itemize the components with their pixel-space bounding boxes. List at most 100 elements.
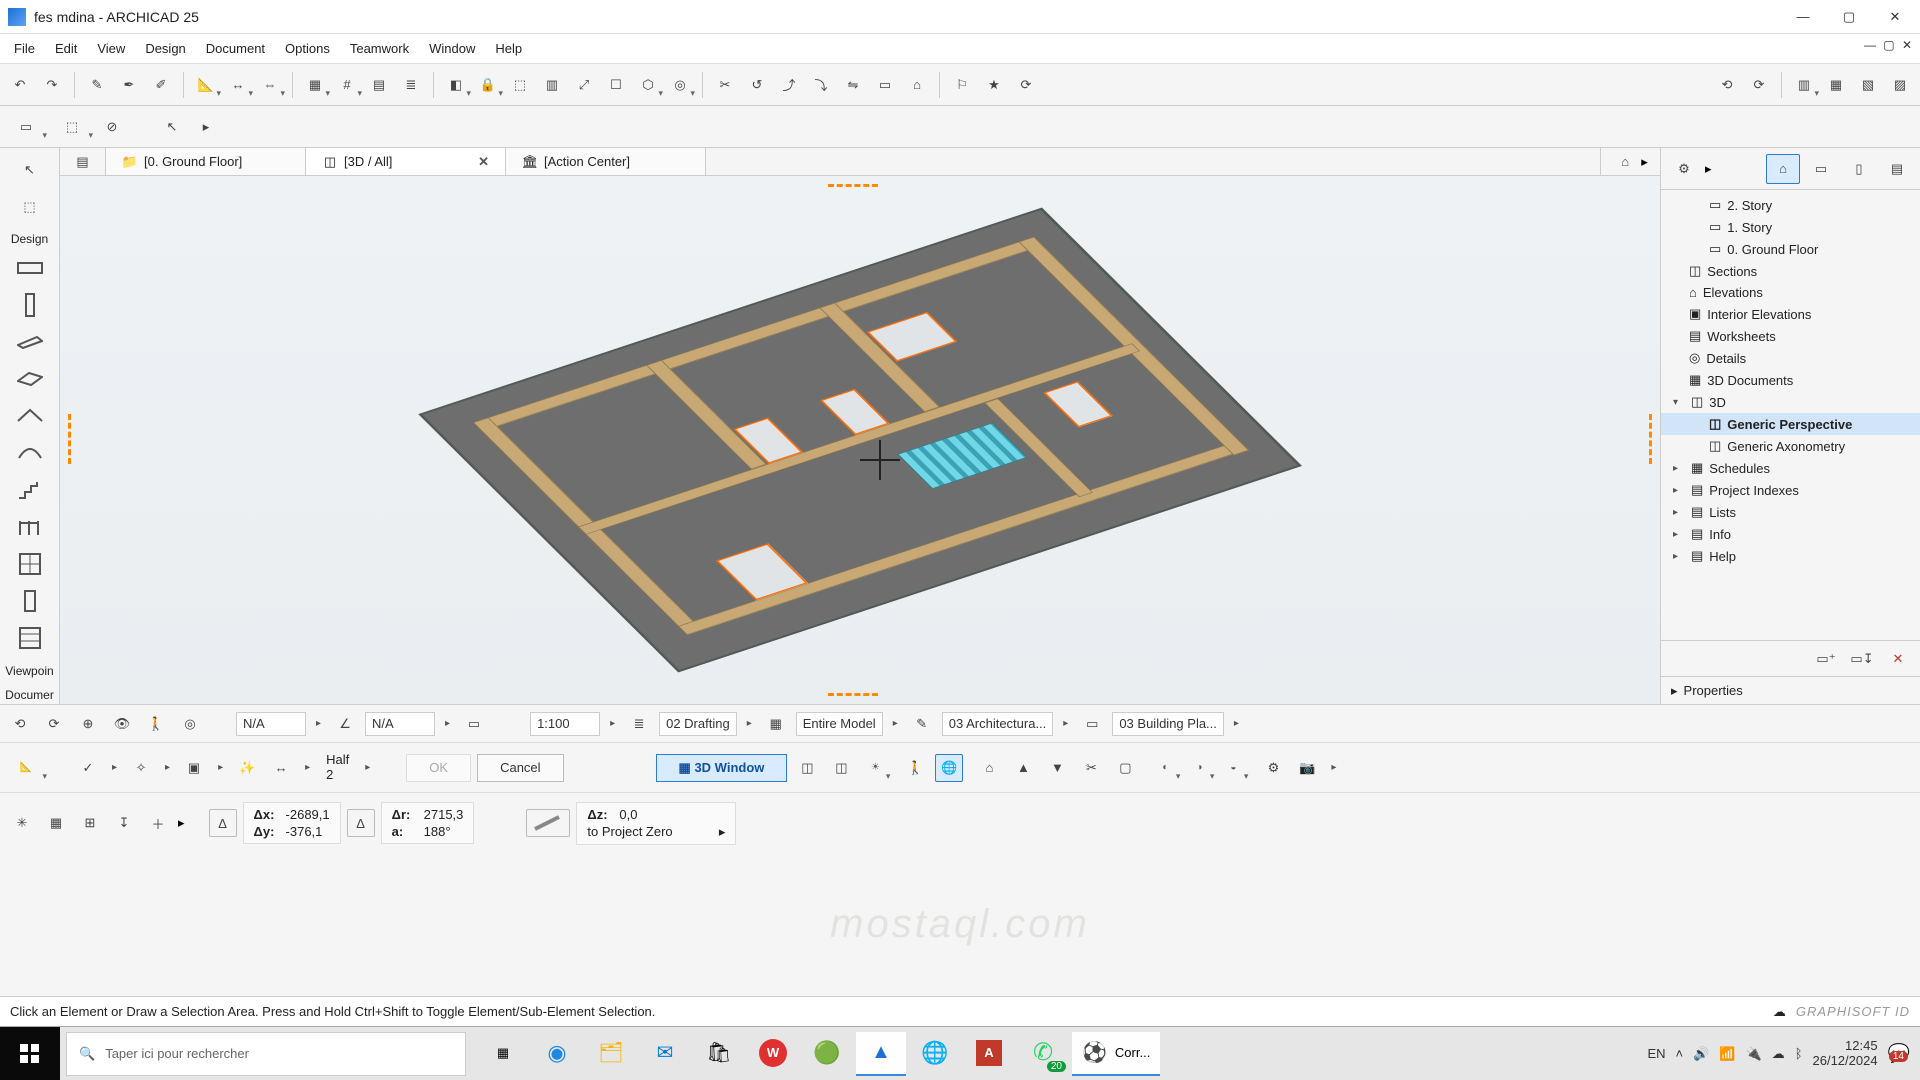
teamwork-send-icon[interactable]: ⟲ [1713,71,1741,99]
graphisoft-id[interactable]: GRAPHISOFT ID [1796,1004,1910,1019]
nav-item-info[interactable]: ▸▤Info [1661,523,1920,545]
box-icon[interactable]: ☐ [602,71,630,99]
tray-lang[interactable]: EN [1647,1046,1665,1061]
edge-icon[interactable]: ◉ [532,1032,582,1076]
zone-icon[interactable]: ▥ [538,71,566,99]
archicad-taskbar-icon[interactable]: ▲ [856,1032,906,1076]
mesh-icon[interactable]: ⬡ [634,71,662,99]
zoom-value-1[interactable]: N/A [236,712,306,736]
circle-icon[interactable]: ◎ [666,71,694,99]
view-menu-dd[interactable]: ▸ [1641,154,1648,170]
cut-icon[interactable]: ✂ [711,71,739,99]
view-handle-top[interactable] [828,184,878,187]
chevron-up-icon[interactable]: ˄ [1676,1046,1684,1061]
tray-battery-icon[interactable]: 🔌 [1746,1046,1762,1062]
wall-tool-icon[interactable] [12,250,48,285]
tray-wifi-icon[interactable]: 📶 [1719,1046,1735,1062]
cancel-button[interactable]: Cancel [477,754,563,782]
view-handle-bottom[interactable] [828,693,878,696]
render-icon[interactable]: ◒ [1219,754,1247,782]
expander-icon[interactable]: ▸ [1673,463,1685,474]
view-axo-icon[interactable]: ◫ [827,754,855,782]
orbit-icon[interactable]: 👁 [108,710,136,738]
nav-item-3d[interactable]: ▾◫3D [1661,391,1920,413]
camera-icon[interactable]: 📷 [1293,754,1321,782]
dd-icon[interactable]: ▸ [1327,762,1340,773]
building-pla-field[interactable]: 03 Building Pla... [1112,712,1224,736]
dd-icon[interactable]: ▸ [606,718,619,729]
3d-viewport[interactable] [60,176,1660,704]
globe-icon[interactable]: 🌐 [935,754,963,782]
arrow-dd-icon[interactable]: ▸ [192,113,220,141]
flag-icon[interactable]: ⚐ [948,71,976,99]
maximize-button[interactable]: ▢ [1840,8,1858,26]
half-dd[interactable]: ▸ [361,762,374,773]
penset-icon[interactable]: ✎ [908,710,936,738]
aspect-icon[interactable]: ▭ [460,710,488,738]
beam-tool-icon[interactable] [12,324,48,359]
check-icon[interactable]: ✓ [74,754,102,782]
ruler-tool-icon[interactable]: 📐 [192,71,220,99]
favorite-icon[interactable]: ★ [980,71,1008,99]
orbit-next-icon[interactable]: ⟳ [40,710,68,738]
mirror-icon[interactable]: ⇋ [839,71,867,99]
tray-clock[interactable]: 12:45 26/12/2024 [1813,1039,1878,1069]
nav-item-generic-perspective[interactable]: ◫Generic Perspective [1661,413,1920,435]
chrome-icon[interactable]: 🟢 [802,1032,852,1076]
store-icon[interactable]: 🛍 [694,1032,744,1076]
tray-bluetooth-icon[interactable]: ᛒ [1795,1046,1803,1061]
nav-item-elevations[interactable]: ⌂Elevations [1661,282,1920,303]
magic-icon[interactable]: ✧ [127,754,155,782]
expander-icon[interactable]: ▾ [1673,397,1685,408]
walk-icon[interactable]: 🚶 [142,710,170,738]
arch-field[interactable]: 03 Architectura... [942,712,1054,736]
navigator-settings-dd[interactable]: ▸ [1705,161,1712,177]
nav-publisher-icon[interactable]: ▤ [1880,154,1914,184]
origin-icon[interactable]: ✳ [8,809,36,837]
menu-edit[interactable]: Edit [45,37,87,60]
pick-tool-icon[interactable]: ✎ [83,71,111,99]
marquee-3d-icon[interactable]: ▢ [1111,754,1139,782]
nav-item-1-story[interactable]: ▭1. Story [1661,216,1920,238]
view-handle-right[interactable] [1649,414,1652,464]
dd-icon[interactable]: ▸ [161,762,174,773]
tab-action-center[interactable]: 🏛 [Action Center] [506,148,706,175]
grid-icon[interactable]: ▦ [301,71,329,99]
whatsapp-icon[interactable]: ✆ 20 [1018,1032,1068,1076]
nav-item-worksheets[interactable]: ▤Worksheets [1661,325,1920,347]
start-button[interactable] [0,1027,60,1080]
dd-icon[interactable]: ▸ [889,718,902,729]
expander-icon[interactable]: ▸ [1673,507,1685,518]
section-cut-icon[interactable]: ✂ [1077,754,1105,782]
arrow-tool-icon[interactable]: ↖ [158,113,186,141]
dd-icon[interactable]: ▸ [301,762,314,773]
wps-icon[interactable]: W [748,1032,798,1076]
navigator-settings-icon[interactable]: ⚙ [1667,154,1701,184]
layers-icon[interactable]: ≣ [625,710,653,738]
delta-toggle-2[interactable]: Δ [347,809,375,837]
trace-icon[interactable]: ⚙ [1259,754,1287,782]
task-view-icon[interactable]: ▦ [478,1032,528,1076]
stair-tool-icon[interactable] [12,473,48,508]
model-field[interactable]: Entire Model [796,712,883,736]
mail-icon[interactable]: ✉ [640,1032,690,1076]
suspend-groups-icon[interactable]: ⊘ [98,113,126,141]
dd-icon[interactable]: ▸ [214,762,227,773]
measure-tool-icon[interactable]: ↔ [224,71,252,99]
autocad-icon[interactable]: A [964,1032,1014,1076]
nav-layoutbook-icon[interactable]: ▯ [1842,154,1876,184]
menu-options[interactable]: Options [275,37,340,60]
dd-icon[interactable]: ▸ [719,824,726,840]
close-button[interactable]: ✕ [1886,8,1904,26]
offset-icon[interactable]: ▣ [180,754,208,782]
undo-button[interactable]: ↶ [6,71,34,99]
renov-icon[interactable]: ▭ [1078,710,1106,738]
inject-icon[interactable]: ✐ [147,71,175,99]
tab-ground-floor[interactable]: 📁 [0. Ground Floor] [106,148,306,175]
menu-teamwork[interactable]: Teamwork [340,37,419,60]
taskbar-search[interactable]: 🔍 Taper ici pour rechercher [66,1032,466,1076]
curtainwall-tool-icon[interactable] [12,547,48,582]
suspend-icon[interactable]: ↺ [743,71,771,99]
nav-item-3d-documents[interactable]: ▦3D Documents [1661,369,1920,391]
up-story-icon[interactable]: ▲ [1009,754,1037,782]
